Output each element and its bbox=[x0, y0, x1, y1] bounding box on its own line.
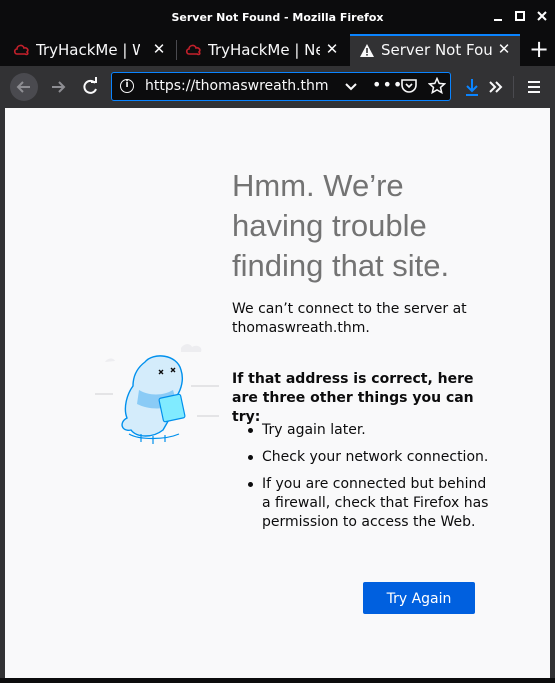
overflow-menu-button[interactable] bbox=[482, 73, 510, 101]
url-bar[interactable]: i https://thomaswreath.thm ••• bbox=[111, 72, 451, 101]
tab-server-not-found[interactable]: Server Not Found ✕ bbox=[350, 34, 520, 66]
tab-close-icon[interactable]: ✕ bbox=[496, 40, 512, 58]
window-title: Server Not Found - Mozilla Firefox bbox=[171, 11, 384, 24]
reload-icon bbox=[83, 77, 97, 94]
warning-icon bbox=[359, 43, 377, 59]
dinosaur-illustration bbox=[93, 338, 223, 448]
tab-close-icon[interactable]: ✕ bbox=[324, 40, 340, 58]
tab-tryhackme-wreath[interactable]: TryHackMe | Wre ✕ bbox=[0, 34, 172, 66]
info-icon[interactable]: i bbox=[120, 79, 134, 93]
list-item: If you are connected but behind a firewa… bbox=[232, 475, 492, 532]
pocket-icon[interactable] bbox=[400, 77, 418, 99]
list-item: Check your network connection. bbox=[232, 448, 492, 467]
reload-button[interactable] bbox=[76, 73, 104, 101]
tab-tryhackme-network[interactable]: TryHackMe | Net ✕ bbox=[177, 34, 348, 66]
maximize-icon[interactable] bbox=[514, 10, 526, 22]
list-item: Try again later. bbox=[232, 421, 492, 440]
forward-button[interactable] bbox=[44, 73, 72, 101]
url-text[interactable]: https://thomaswreath.thm bbox=[145, 78, 329, 94]
back-arrow-icon bbox=[16, 81, 30, 93]
app-menu-button[interactable] bbox=[520, 73, 548, 101]
page-actions-icon[interactable]: ••• bbox=[372, 75, 403, 94]
back-button[interactable] bbox=[10, 73, 38, 101]
tab-strip: TryHackMe | Wre ✕ TryHackMe | Net ✕ Serv… bbox=[0, 34, 555, 66]
tab-close-icon[interactable]: ✕ bbox=[151, 40, 167, 58]
window-border-right bbox=[550, 108, 555, 678]
tab-label: TryHackMe | Wre bbox=[36, 41, 140, 59]
page-content: Hmm. We’re having trouble finding that s… bbox=[5, 108, 550, 678]
suggestions-heading: If that address is correct, here are thr… bbox=[232, 371, 474, 425]
window-border-bottom bbox=[0, 678, 555, 683]
hamburger-menu-icon bbox=[528, 81, 540, 93]
new-tab-button[interactable]: + bbox=[523, 34, 555, 66]
chevron-down-icon[interactable] bbox=[344, 77, 358, 99]
error-description: We can’t connect to the server at thomas… bbox=[232, 301, 467, 336]
chevron-double-right-icon bbox=[489, 81, 503, 93]
tab-label: Server Not Found bbox=[381, 41, 493, 59]
forward-arrow-icon bbox=[52, 81, 66, 93]
tryhackme-icon bbox=[185, 42, 203, 58]
toolbar-divider bbox=[513, 76, 514, 98]
suggestions-list: Try again later. Check your network conn… bbox=[232, 421, 492, 540]
close-icon[interactable] bbox=[536, 10, 548, 22]
tryhackme-icon bbox=[13, 42, 31, 58]
error-heading: Hmm. We’re having trouble finding that s… bbox=[232, 168, 450, 283]
tab-label: TryHackMe | Net bbox=[208, 41, 320, 59]
bookmark-star-icon[interactable] bbox=[427, 76, 447, 99]
try-again-button[interactable]: Try Again bbox=[363, 582, 475, 614]
window-titlebar: Server Not Found - Mozilla Firefox bbox=[0, 0, 555, 34]
minimize-icon[interactable] bbox=[492, 10, 504, 22]
